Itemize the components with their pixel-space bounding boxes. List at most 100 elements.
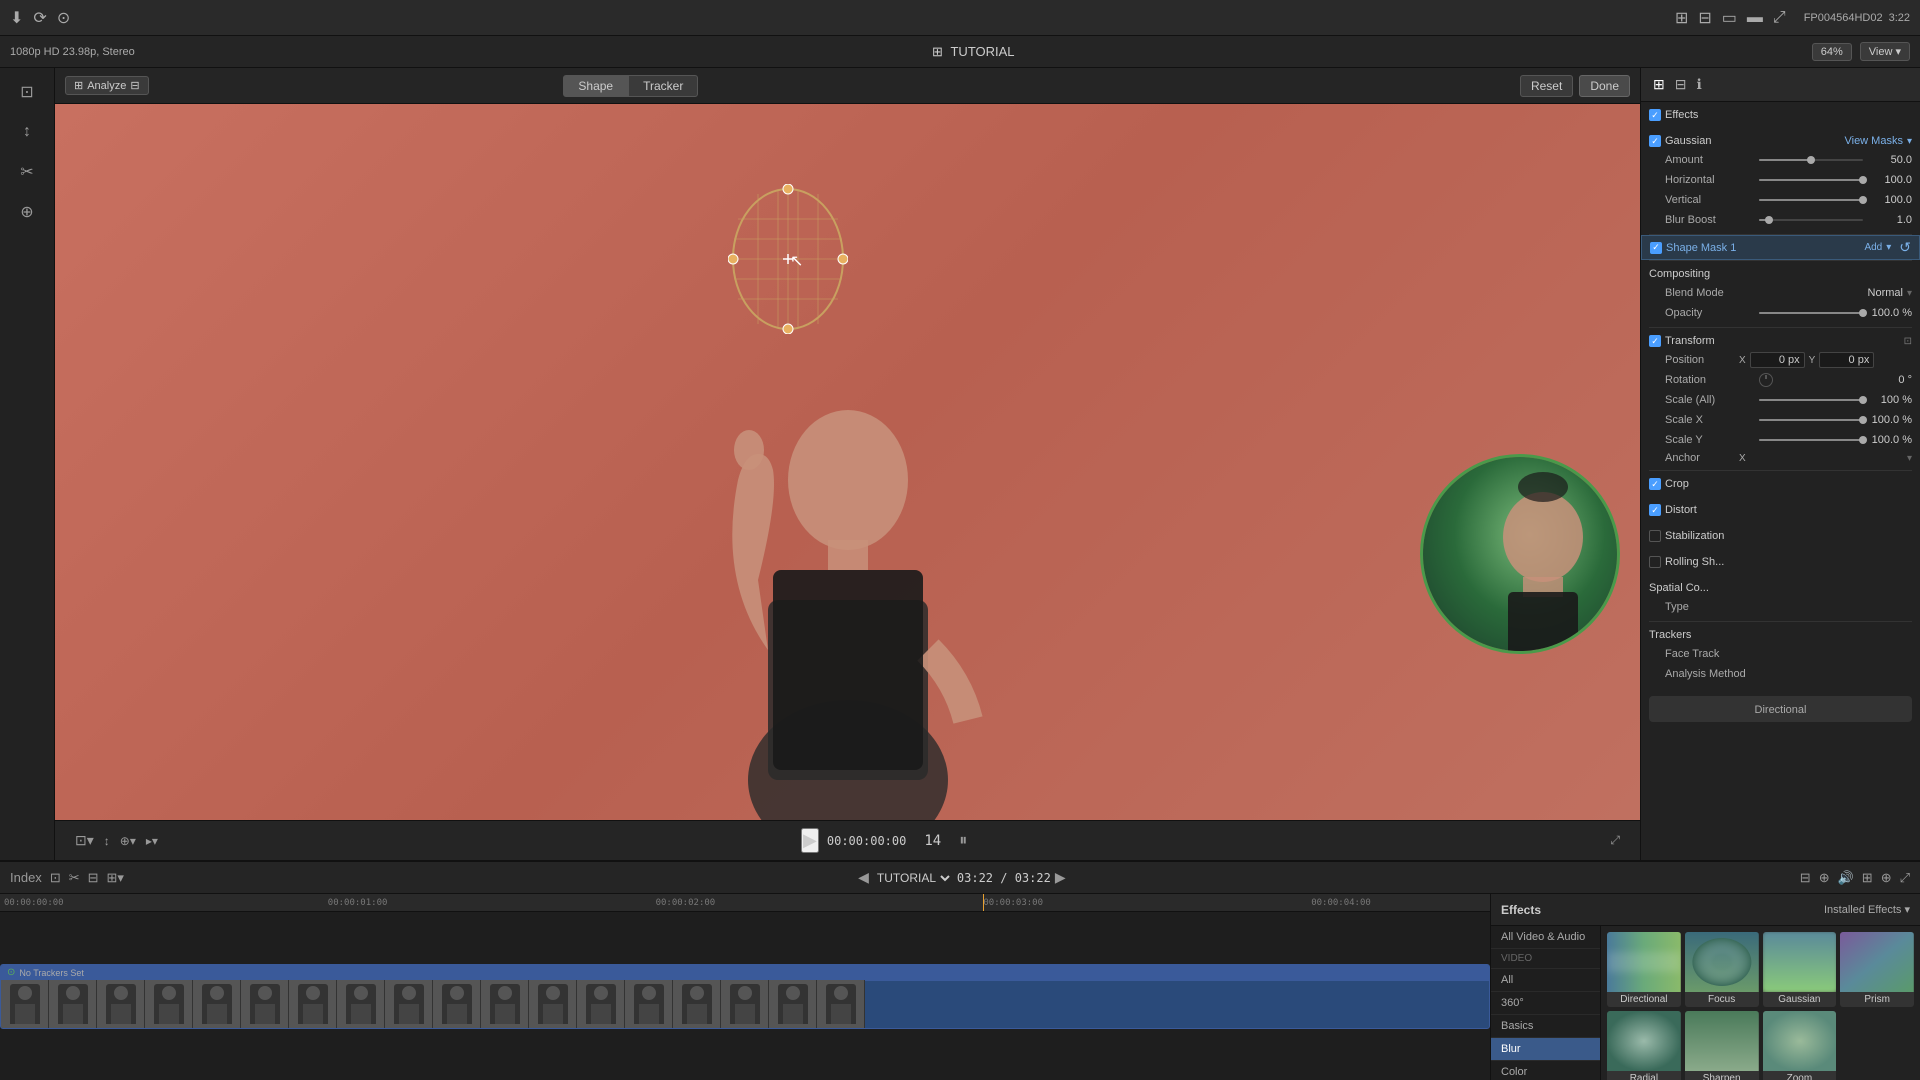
trackers-header[interactable]: Trackers	[1641, 626, 1920, 644]
blur-boost-slider[interactable]	[1759, 219, 1863, 221]
stabilization-checkbox[interactable]	[1649, 530, 1661, 542]
cat-blur[interactable]: Blur	[1491, 1038, 1600, 1061]
ctrl-more[interactable]: ⊞▾	[107, 870, 124, 886]
crop-header[interactable]: Crop	[1641, 475, 1920, 493]
rolling-shutter-checkbox[interactable]	[1649, 556, 1661, 568]
effect-focus[interactable]: Focus	[1685, 932, 1759, 1007]
mask-checkbox[interactable]	[1650, 242, 1662, 254]
effects-header[interactable]: Effects	[1641, 106, 1920, 124]
cat-color[interactable]: Color	[1491, 1061, 1600, 1080]
import-icon[interactable]: ⬇	[10, 8, 23, 28]
ctrl-snap[interactable]: ⊡	[50, 870, 61, 886]
reset-button[interactable]: Reset	[1520, 75, 1573, 97]
add-chevron[interactable]: ▾	[1886, 242, 1891, 253]
stabilization-header[interactable]: Stabilization	[1641, 527, 1920, 545]
cat-basics[interactable]: Basics	[1491, 1015, 1600, 1038]
view-button[interactable]: View ▾	[1860, 42, 1910, 61]
effects-section: Effects	[1641, 102, 1920, 128]
spatial-header[interactable]: Spatial Co...	[1641, 579, 1920, 597]
scale-all-slider[interactable]	[1759, 399, 1863, 401]
vertical-slider[interactable]	[1759, 199, 1863, 201]
transform-checkbox[interactable]	[1649, 335, 1661, 347]
sidebar-tool-4[interactable]: ⊕	[9, 194, 45, 230]
head-tracker[interactable]: ↖	[728, 184, 848, 334]
fullscreen-btn[interactable]: ⤢	[1610, 833, 1620, 848]
tool-select[interactable]: ⊡▾	[75, 832, 94, 849]
grid-icon[interactable]: ⊟	[1698, 8, 1711, 28]
blend-mode-arrow[interactable]: ▾	[1907, 288, 1912, 299]
anchor-arrow[interactable]: ▾	[1907, 453, 1912, 464]
add-mask-btn[interactable]: Add	[1864, 242, 1882, 253]
nav-next[interactable]: ▶	[1055, 869, 1066, 886]
sidebar-tool-1[interactable]: ⊡	[9, 74, 45, 110]
gaussian-checkbox[interactable]	[1649, 135, 1661, 147]
effect-radial[interactable]: Radial	[1607, 1011, 1681, 1080]
installed-effects-badge[interactable]: Installed Effects ▾	[1824, 903, 1910, 916]
layout-icon[interactable]: ▬	[1747, 9, 1763, 27]
effects-checkbox[interactable]	[1649, 109, 1661, 121]
rotation-dial[interactable]	[1759, 373, 1773, 387]
nav-prev[interactable]: ◀	[858, 869, 869, 886]
analyze-control[interactable]: ⊞ Analyze ⊟	[65, 76, 149, 95]
mask-refresh-icon[interactable]: ↺	[1899, 239, 1911, 256]
done-button[interactable]: Done	[1579, 75, 1630, 97]
tracker-button[interactable]: Tracker	[628, 75, 698, 97]
ctrl-cut[interactable]: ✂	[69, 870, 80, 886]
media-icon[interactable]: ⟳	[33, 8, 46, 28]
sidebar-tool-3[interactable]: ✂	[9, 154, 45, 190]
crop-checkbox[interactable]	[1649, 478, 1661, 490]
distort-header[interactable]: Distort	[1641, 501, 1920, 519]
ctrl-expand[interactable]: ⤢	[1900, 870, 1910, 886]
effect-sharpen[interactable]: Sharpen	[1685, 1011, 1759, 1080]
connection-icon[interactable]: ⊞	[1675, 8, 1688, 28]
rolling-shutter-header[interactable]: Rolling Sh...	[1641, 553, 1920, 571]
blur-boost-row: Blur Boost 1.0	[1641, 210, 1920, 230]
view-masks-btn[interactable]: View Masks	[1844, 135, 1902, 147]
horizontal-slider[interactable]	[1759, 179, 1863, 181]
info-tab-icon[interactable]: ℹ	[1692, 74, 1705, 95]
sidebar-tool-2[interactable]: ↕	[9, 114, 45, 150]
cat-all-video[interactable]: All Video & Audio	[1491, 926, 1600, 949]
cat-all[interactable]: All	[1491, 969, 1600, 992]
timeline-main: 00:00:00:00 00:00:01:00 00:00:02:00 00:0…	[0, 894, 1490, 1080]
effect-directional[interactable]: Directional	[1607, 932, 1681, 1007]
zoom-control[interactable]: 64%	[1812, 43, 1852, 61]
scale-x-slider[interactable]	[1759, 419, 1863, 421]
ctrl-trim[interactable]: ⊟	[88, 870, 99, 886]
scale-y-slider[interactable]	[1759, 439, 1863, 441]
gaussian-header[interactable]: Gaussian View Masks ▾	[1641, 132, 1920, 150]
effect-gaussian[interactable]: Gaussian	[1763, 932, 1837, 1007]
track-clip[interactable]: ⊙ No Trackers Set FP004564HD02	[0, 964, 1490, 1029]
ctrl-zoom-in[interactable]: ⊕	[1819, 870, 1830, 886]
position-y-input[interactable]	[1819, 352, 1874, 368]
playback-tool-4[interactable]: ▸▾	[146, 834, 158, 848]
play-button[interactable]: ▶	[801, 828, 819, 853]
shape-mask-header[interactable]: Shape Mask 1 Add ▾ ↺	[1641, 235, 1920, 260]
playback-tool-2[interactable]: ↕	[104, 834, 110, 848]
cat-360[interactable]: 360°	[1491, 992, 1600, 1015]
playback-tool-3[interactable]: ⊕▾	[120, 834, 136, 848]
ctrl-add[interactable]: ⊕	[1881, 870, 1892, 886]
video-viewport[interactable]: ↖	[55, 104, 1640, 820]
transform-expand-icon[interactable]: ⊡	[1904, 336, 1912, 347]
shape-button[interactable]: Shape	[563, 75, 628, 97]
effect-zoom[interactable]: Zoom	[1763, 1011, 1837, 1080]
transform-header[interactable]: Transform ⊡	[1641, 332, 1920, 350]
keyboard-icon[interactable]: ▭	[1722, 8, 1737, 28]
ctrl-audio[interactable]: 🔊	[1838, 870, 1854, 886]
effect-prism[interactable]: Prism	[1840, 932, 1914, 1007]
clip-select[interactable]: TUTORIAL	[873, 870, 953, 886]
amount-slider[interactable]	[1759, 159, 1863, 161]
effects-tab-icon[interactable]: ⊞	[1649, 74, 1669, 95]
status-icon[interactable]: ⊙	[57, 8, 70, 28]
compositing-header[interactable]: Compositing	[1641, 265, 1920, 283]
view-masks-chevron[interactable]: ▾	[1907, 136, 1912, 147]
ctrl-zoom-out[interactable]: ⊟	[1800, 870, 1811, 886]
opacity-slider[interactable]	[1759, 312, 1863, 314]
distort-checkbox[interactable]	[1649, 504, 1661, 516]
blur-boost-label: Blur Boost	[1665, 214, 1755, 226]
ctrl-settings[interactable]: ⊞	[1862, 870, 1873, 886]
position-x-input[interactable]	[1750, 352, 1805, 368]
filters-tab-icon[interactable]: ⊟	[1671, 74, 1691, 95]
expand-icon[interactable]: ⤢	[1773, 9, 1786, 27]
